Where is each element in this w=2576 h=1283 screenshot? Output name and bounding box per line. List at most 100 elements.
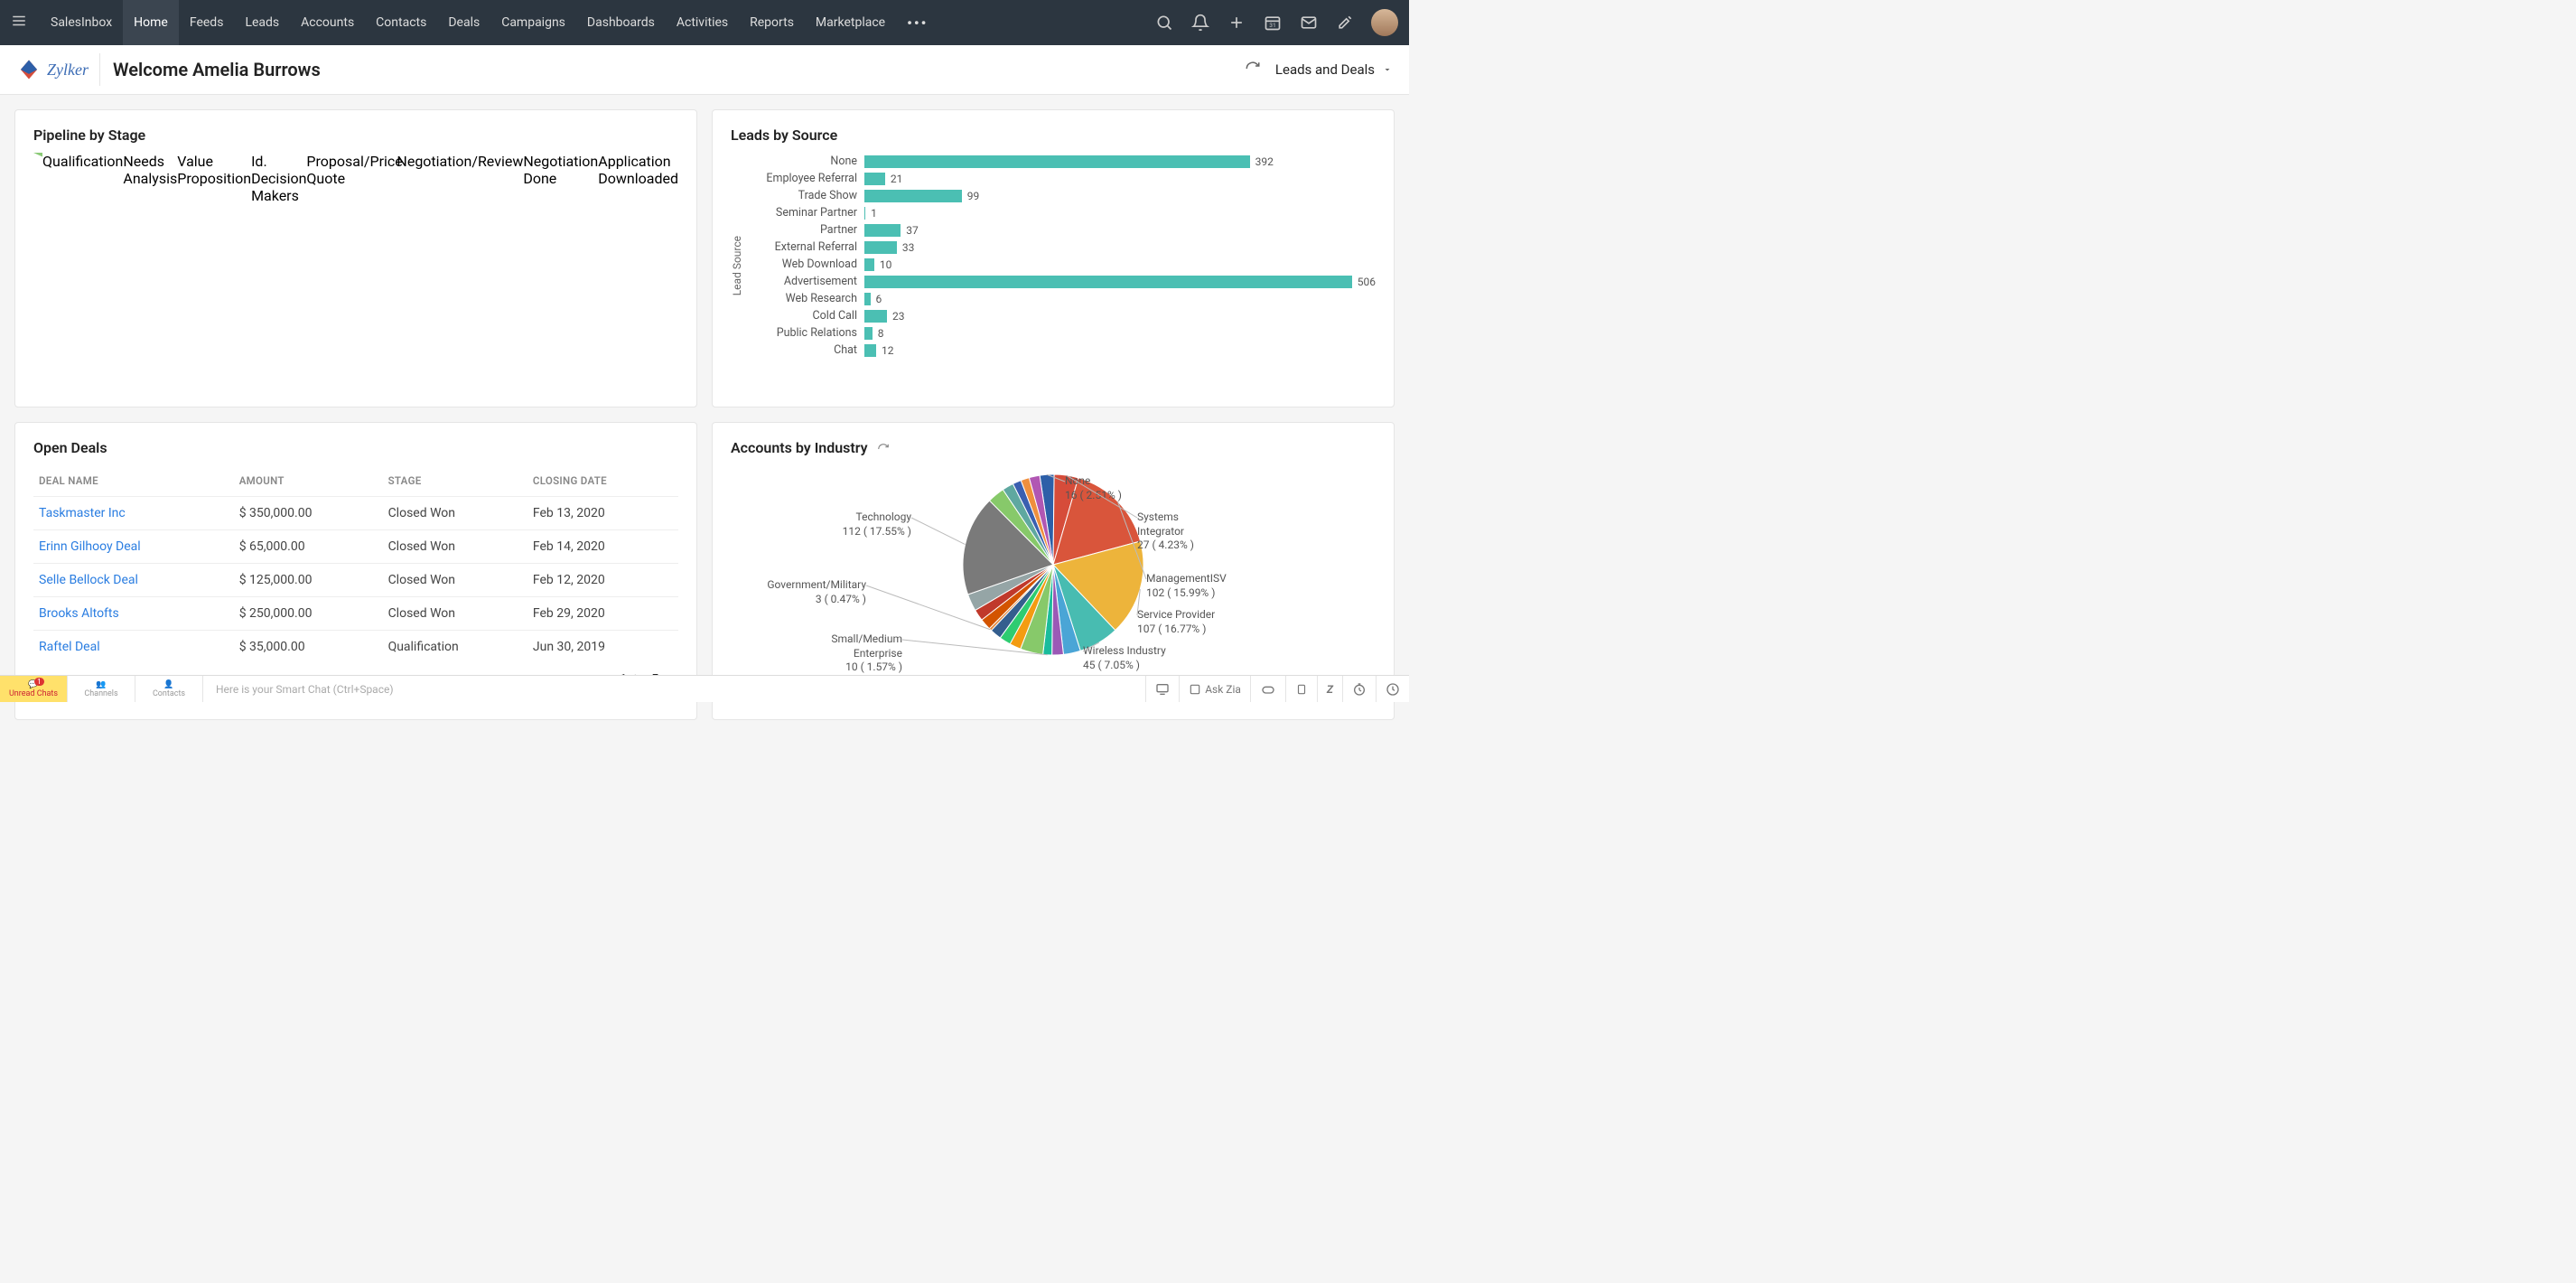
card-title: Leads by Source <box>731 126 1376 144</box>
table-header: DEAL NAME <box>33 465 234 497</box>
y-axis-label: Lead Source <box>731 236 743 295</box>
ask-zia-button[interactable]: Ask Zia <box>1179 676 1250 702</box>
brand-text: Zylker <box>47 61 89 80</box>
bar-value: 1 <box>871 207 877 220</box>
bar-category-label: External Referral <box>747 239 864 256</box>
funnel-label: Negotiation Done <box>523 153 598 388</box>
bar-external-referral[interactable] <box>864 241 897 254</box>
topbar-right: 31 <box>1154 9 1398 36</box>
accounts-pie-chart: None16 ( 2.51% )SystemsIntegrator27 ( 4.… <box>731 465 1376 700</box>
brand-logo[interactable]: Zylker <box>16 53 100 86</box>
nav-tabs: SalesInboxHomeFeedsLeadsAccountsContacts… <box>40 0 938 45</box>
open-deals-table: DEAL NAMEAMOUNTSTAGECLOSING DATE Taskmas… <box>33 465 678 663</box>
bar-category-label: Trade Show <box>747 187 864 204</box>
clipboard-icon[interactable] <box>1285 676 1317 702</box>
monitor-icon[interactable] <box>1145 676 1179 702</box>
bar-public-relations[interactable] <box>864 327 873 340</box>
deal-name-link[interactable]: Brooks Altofts <box>33 597 234 631</box>
clock-icon[interactable] <box>1342 676 1376 702</box>
refresh-icon[interactable] <box>1245 61 1263 79</box>
zia-icon[interactable]: Z <box>1317 676 1342 702</box>
mail-icon[interactable] <box>1299 13 1319 33</box>
deal-name-link[interactable]: Raftel Deal <box>33 631 234 664</box>
nav-leads[interactable]: Leads <box>234 0 290 45</box>
deal-amount: $ 350,000.00 <box>234 497 383 530</box>
nav-marketplace[interactable]: Marketplace <box>805 0 896 45</box>
bar-value: 99 <box>967 190 980 202</box>
search-icon[interactable] <box>1154 13 1174 33</box>
bar-category-label: Web Download <box>747 256 864 273</box>
bottom-tab-contacts[interactable]: 👤Contacts <box>135 676 203 702</box>
bar-chat[interactable] <box>864 344 876 357</box>
bar-web-research[interactable] <box>864 293 871 305</box>
bar-value: 506 <box>1358 276 1376 288</box>
bar-category-label: Public Relations <box>747 324 864 342</box>
refresh-icon[interactable] <box>877 442 890 454</box>
bar-none[interactable] <box>864 155 1250 168</box>
nav-home[interactable]: Home <box>123 0 179 45</box>
hamburger-icon[interactable] <box>11 13 29 33</box>
pie-label: SystemsIntegrator27 ( 4.23% ) <box>1137 510 1194 553</box>
nav-accounts[interactable]: Accounts <box>290 0 365 45</box>
bar-category-label: Seminar Partner <box>747 204 864 221</box>
bar-partner[interactable] <box>864 224 901 237</box>
card-leads-by-source: Leads by Source Lead Source NoneEmployee… <box>712 109 1395 407</box>
card-pipeline-by-stage: Pipeline by Stage QualificationNeeds Ana… <box>14 109 697 407</box>
dashboard-grid: Pipeline by Stage QualificationNeeds Ana… <box>0 95 1409 735</box>
bar-value: 392 <box>1255 155 1274 168</box>
bottom-tab-unread-chats[interactable]: 💬1Unread Chats <box>0 676 68 702</box>
bar-value: 6 <box>876 293 882 305</box>
table-header: STAGE <box>383 465 527 497</box>
deal-closing-date: Feb 14, 2020 <box>527 530 678 564</box>
deal-name-link[interactable]: Erinn Gilhooy Deal <box>33 530 234 564</box>
bar-category-label: Chat <box>747 342 864 359</box>
nav-salesinbox[interactable]: SalesInbox <box>40 0 123 45</box>
bottom-tab-channels[interactable]: 👥Channels <box>68 676 135 702</box>
funnel-label: Qualification <box>42 153 123 388</box>
nav-activities[interactable]: Activities <box>666 0 739 45</box>
smart-chat-input[interactable]: Here is your Smart Chat (Ctrl+Space) <box>203 683 1145 696</box>
deal-closing-date: Feb 29, 2020 <box>527 597 678 631</box>
funnel-label: Application Downloaded <box>598 153 678 388</box>
view-dropdown[interactable]: Leads and Deals <box>1275 61 1393 78</box>
deal-stage: Qualification <box>383 631 527 664</box>
history-icon[interactable] <box>1376 676 1409 702</box>
plus-icon[interactable] <box>1227 13 1246 33</box>
deal-name-link[interactable]: Selle Bellock Deal <box>33 564 234 597</box>
bar-trade-show[interactable] <box>864 190 962 202</box>
table-header: AMOUNT <box>234 465 383 497</box>
nav-feeds[interactable]: Feeds <box>179 0 235 45</box>
pie-label: Technology112 ( 17.55% ) <box>785 510 911 538</box>
nav-reports[interactable]: Reports <box>739 0 805 45</box>
bar-value: 12 <box>882 344 894 357</box>
deal-amount: $ 250,000.00 <box>234 597 383 631</box>
funnel-label: Value Proposition <box>177 153 251 388</box>
bar-value: 8 <box>878 327 884 340</box>
bar-seminar-partner[interactable] <box>864 207 865 220</box>
deal-stage: Closed Won <box>383 530 527 564</box>
table-row: Erinn Gilhooy Deal$ 65,000.00Closed WonF… <box>33 530 678 564</box>
deal-name-link[interactable]: Taskmaster Inc <box>33 497 234 530</box>
bar-web-download[interactable] <box>864 258 874 271</box>
leads-bar-chart: Lead Source NoneEmployee ReferralTrade S… <box>731 153 1376 379</box>
calendar-icon[interactable]: 31 <box>1263 13 1283 33</box>
table-row: Raftel Deal$ 35,000.00QualificationJun 3… <box>33 631 678 664</box>
bar-advertisement[interactable] <box>864 276 1352 288</box>
nav-dashboards[interactable]: Dashboards <box>576 0 666 45</box>
bar-value: 37 <box>906 224 919 237</box>
tools-icon[interactable] <box>1335 13 1355 33</box>
bell-icon[interactable] <box>1190 13 1210 33</box>
sub-header: Zylker Welcome Amelia Burrows Leads and … <box>0 45 1409 95</box>
avatar[interactable] <box>1371 9 1398 36</box>
nav-deals[interactable]: Deals <box>437 0 490 45</box>
bar-value: 21 <box>891 173 903 185</box>
bar-employee-referral[interactable] <box>864 173 885 185</box>
deal-amount: $ 35,000.00 <box>234 631 383 664</box>
nav-more[interactable]: ••• <box>896 0 938 45</box>
nav-contacts[interactable]: Contacts <box>365 0 437 45</box>
nav-campaigns[interactable]: Campaigns <box>490 0 576 45</box>
view-dropdown-label: Leads and Deals <box>1275 61 1375 78</box>
deal-amount: $ 125,000.00 <box>234 564 383 597</box>
gamepad-icon[interactable] <box>1250 676 1285 702</box>
bar-cold-call[interactable] <box>864 310 887 323</box>
